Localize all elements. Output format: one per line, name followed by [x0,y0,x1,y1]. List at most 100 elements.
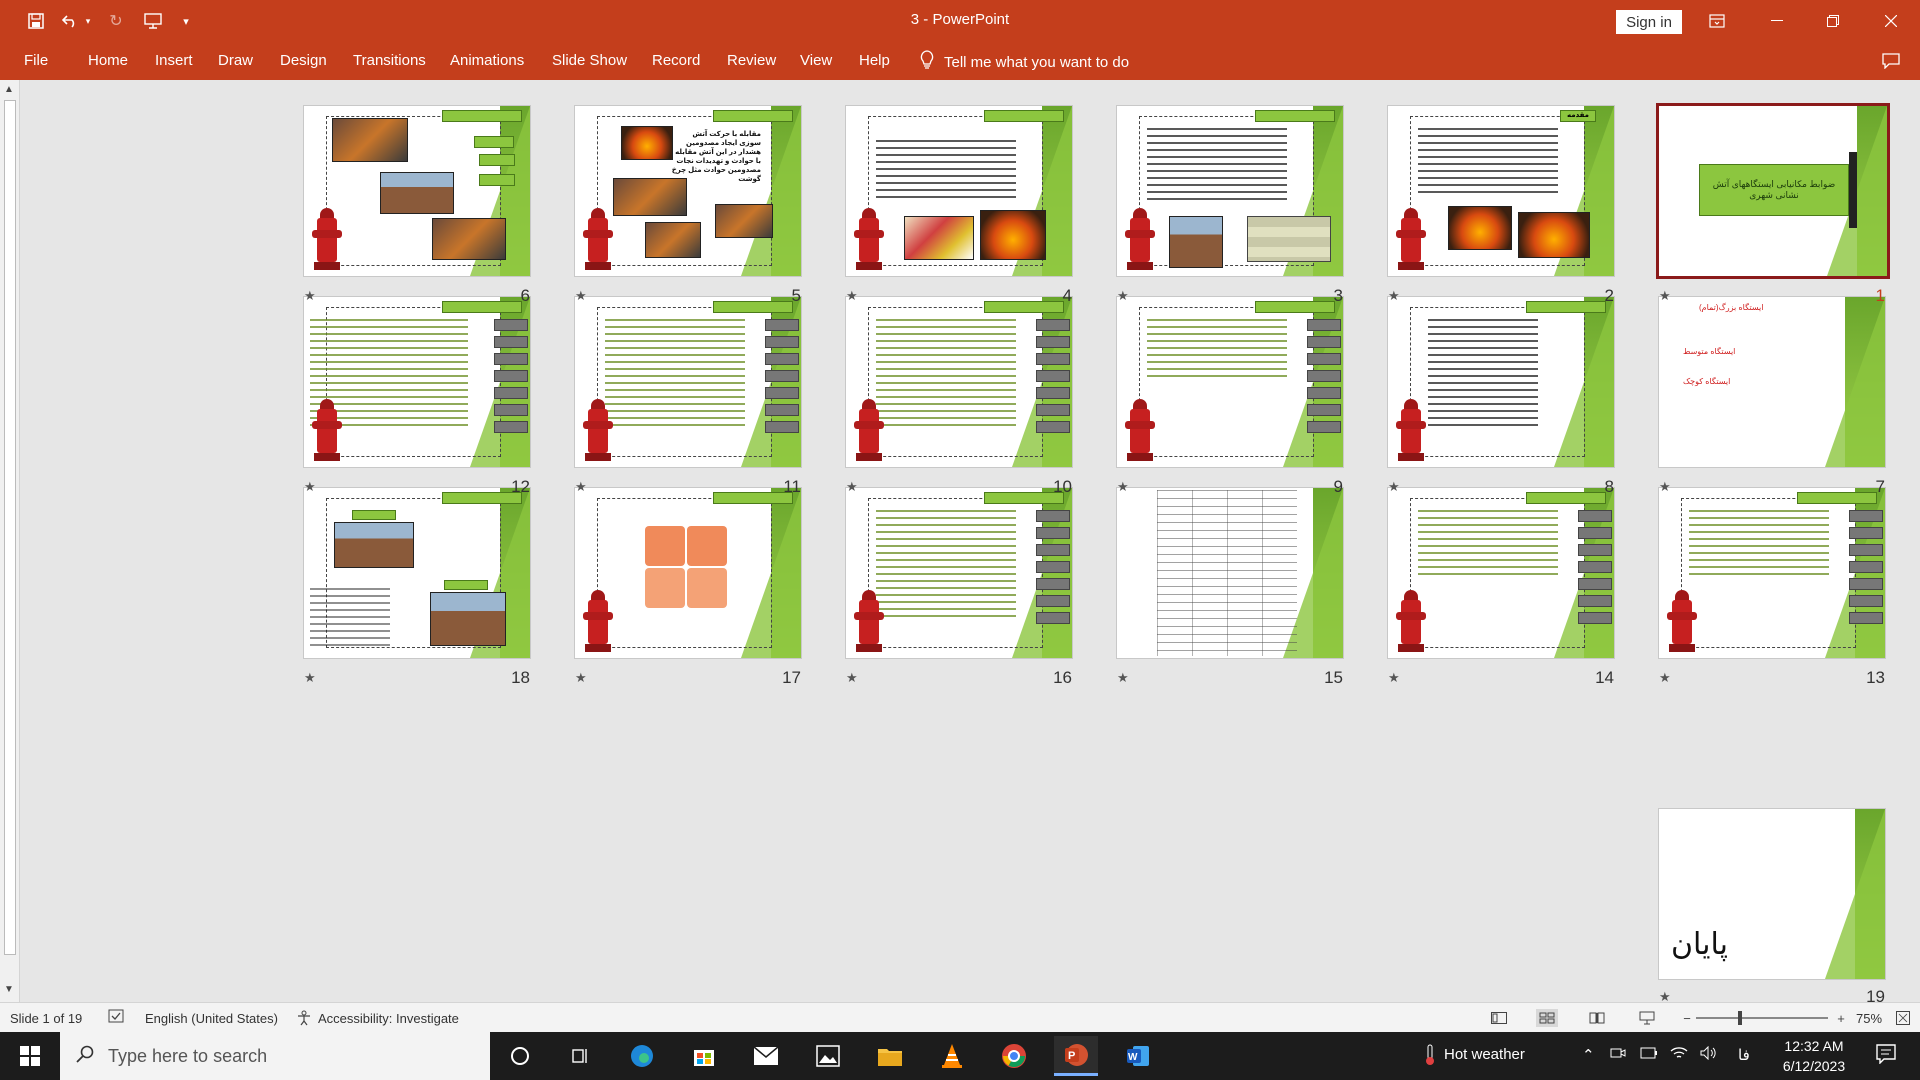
slide-thumbnail-4[interactable] [846,106,1072,276]
thermometer-icon[interactable] [1424,1044,1436,1070]
undo-dropdown-icon[interactable]: ▾ [82,8,94,34]
comments-icon[interactable] [1868,42,1914,80]
tab-insert[interactable]: Insert [155,52,193,69]
photos-icon[interactable] [806,1036,850,1076]
tab-review[interactable]: Review [727,52,776,69]
reading-view-icon[interactable] [1586,1009,1608,1027]
slide-thumbnail-17[interactable] [575,488,801,658]
vlc-icon[interactable] [930,1036,974,1076]
clock-time: 12:32 AM [1784,1038,1844,1054]
zoom-out-icon[interactable]: − [1676,1009,1698,1027]
volume-icon[interactable] [1700,1045,1718,1064]
zoom-in-icon[interactable]: + [1830,1009,1852,1027]
ribbon-display-icon[interactable] [1694,0,1740,42]
tab-file[interactable]: File [24,52,48,69]
slide-thumbnail-8[interactable] [1388,297,1614,467]
battery-icon[interactable] [1640,1046,1658,1063]
notifications-icon[interactable] [1876,1044,1896,1068]
language-status[interactable]: English (United States) [145,1011,278,1026]
slide-thumbnail-5[interactable]: مقابله با حرکت آتش سوزی ایجاد مصدومین هش… [575,106,801,276]
chrome-icon[interactable] [992,1036,1036,1076]
scroll-down-icon[interactable]: ▼ [4,984,14,995]
tab-transitions[interactable]: Transitions [353,52,426,69]
slide-thumbnail-2[interactable]: مقدمه [1388,106,1614,276]
slide-number-10: 10 [1053,477,1072,496]
zoom-slider[interactable] [1696,1017,1828,1019]
slide-thumbnail-1[interactable]: ضوابط مکانیابی ایستگاههای آتش نشانی شهری [1659,106,1887,276]
slide-thumbnail-19[interactable]: پایان [1659,809,1885,979]
customize-qat-icon[interactable]: ▾ [178,8,194,34]
minimize-icon[interactable] [1754,0,1800,42]
store-icon[interactable] [682,1036,726,1076]
fit-to-window-icon[interactable] [1892,1009,1914,1027]
save-icon[interactable] [22,8,50,34]
word-icon[interactable]: W [1116,1036,1160,1076]
normal-view-icon[interactable] [1488,1009,1510,1027]
close-icon[interactable] [1868,0,1914,42]
weather-status[interactable]: Hot weather [1444,1046,1525,1063]
search-icon [76,1045,94,1068]
tab-animations[interactable]: Animations [450,52,524,69]
slide-number-11: 11 [783,477,801,496]
present-icon[interactable] [140,8,166,34]
taskbar-clock[interactable]: 12:32 AM 6/12/2023 [1768,1036,1860,1076]
transition-star-icon: ★ [1388,288,1400,303]
taskbar-search-box[interactable]: Type here to search [60,1032,490,1080]
tab-slide-show[interactable]: Slide Show [552,52,627,69]
slide-thumbnail-13[interactable] [1659,488,1885,658]
accessibility-status[interactable]: Accessibility: Investigate [318,1011,459,1026]
undo-icon[interactable] [58,8,82,34]
transition-star-icon: ★ [304,288,316,303]
scrollbar-thumb[interactable] [4,100,16,955]
wifi-icon[interactable] [1670,1046,1688,1064]
redo-icon[interactable]: ↻ [104,8,128,34]
tab-draw[interactable]: Draw [218,52,253,69]
slide-number-6: 6 [520,286,530,305]
title-bar: ▾ ↻ ▾ 3 - PowerPoint Sign in [0,0,1920,42]
powerpoint-icon[interactable]: P [1054,1036,1098,1076]
slide-thumbnail-6[interactable] [304,106,530,276]
slide-thumbnail-14[interactable] [1388,488,1614,658]
slide-thumbnail-16[interactable] [846,488,1072,658]
slide-1-title: ضوابط مکانیابی ایستگاههای آتش نشانی شهری [1699,164,1849,216]
cortana-icon[interactable] [498,1036,542,1076]
transition-star-icon: ★ [1117,288,1129,303]
slide-thumbnail-9[interactable] [1117,297,1343,467]
mail-icon[interactable] [744,1036,788,1076]
transition-star-icon: ★ [846,670,858,685]
accessibility-icon[interactable] [296,1010,312,1029]
input-language[interactable]: فا [1738,1046,1750,1064]
tray-overflow-icon[interactable]: ⌃ [1582,1046,1595,1064]
tab-view[interactable]: View [800,52,832,69]
vertical-scrollbar[interactable]: ▲ ▼ [0,80,20,1002]
slide-number-2: 2 [1604,286,1614,305]
slide-sorter-view-icon[interactable] [1536,1009,1558,1027]
file-explorer-icon[interactable] [868,1036,912,1076]
tab-record[interactable]: Record [652,52,700,69]
meet-now-icon[interactable] [1610,1046,1626,1064]
windows-start-icon[interactable] [0,1032,60,1080]
slide-7-label-medium: ایستگاه متوسط [1683,347,1736,356]
sign-in-button[interactable]: Sign in [1616,10,1682,34]
spelling-check-icon[interactable] [108,1009,124,1026]
slide-thumbnail-10[interactable] [846,297,1072,467]
slide-thumbnail-11[interactable] [575,297,801,467]
slide-thumbnail-7[interactable]: ایستگاه بزرگ(تمام) ایستگاه متوسط ایستگاه… [1659,297,1885,467]
slideshow-view-icon[interactable] [1636,1009,1658,1027]
slide-thumbnail-18[interactable] [304,488,530,658]
svg-text:W: W [1128,1052,1138,1063]
slide-thumbnail-3[interactable] [1117,106,1343,276]
task-view-icon[interactable] [558,1036,602,1076]
scroll-up-icon[interactable]: ▲ [4,84,14,95]
tab-help[interactable]: Help [859,52,890,69]
tab-design[interactable]: Design [280,52,327,69]
tell-me-search[interactable]: Tell me what you want to do [920,50,1129,74]
zoom-slider-thumb[interactable] [1738,1011,1742,1025]
zoom-level[interactable]: 75% [1856,1011,1882,1026]
edge-icon[interactable] [620,1036,664,1076]
tab-home[interactable]: Home [88,52,128,69]
transition-star-icon: ★ [1659,670,1671,685]
slide-thumbnail-12[interactable] [304,297,530,467]
slide-thumbnail-15[interactable] [1117,488,1343,658]
restore-icon[interactable] [1810,0,1856,42]
